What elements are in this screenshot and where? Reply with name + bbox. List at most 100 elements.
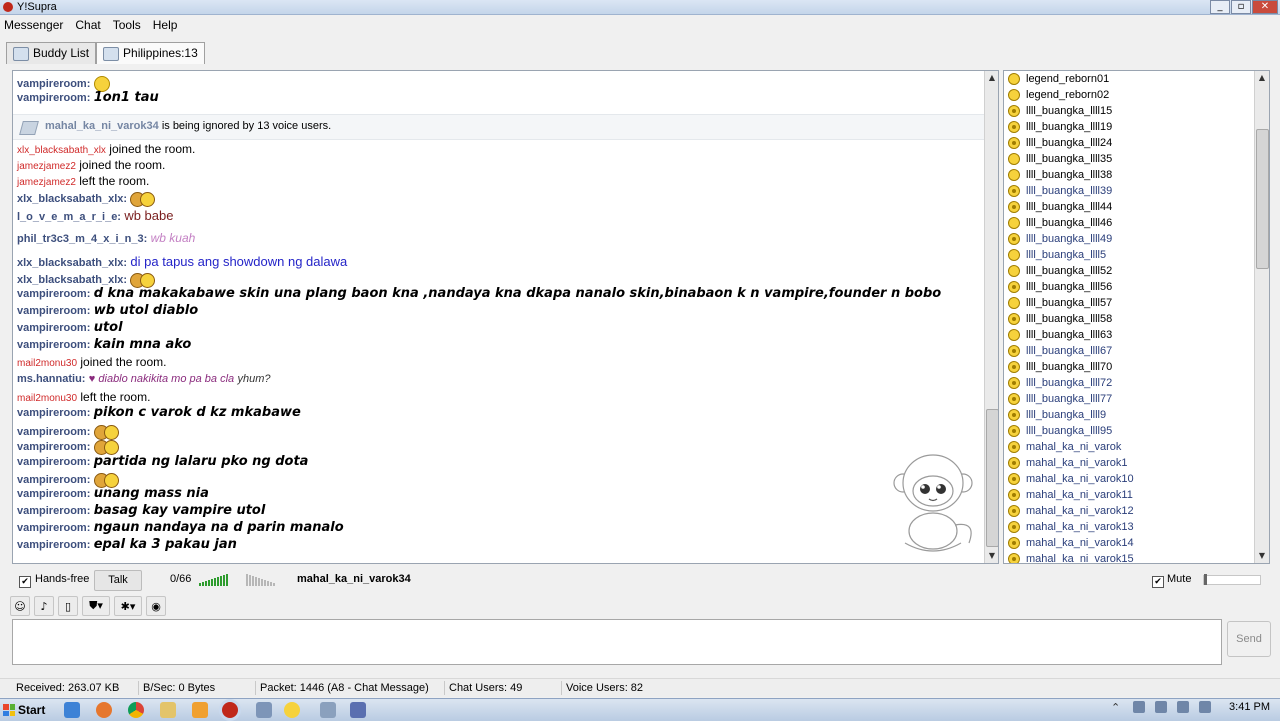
user-list-item[interactable]: llll_buangka_llll70 <box>1008 359 1112 375</box>
microphone-icon[interactable]: ◉ <box>146 596 166 616</box>
folder-icon[interactable] <box>160 702 176 718</box>
sender-name[interactable]: xlx_blacksabath_xlx: <box>17 257 127 269</box>
menu-chat[interactable]: Chat <box>75 15 100 35</box>
media-player-icon[interactable] <box>192 702 208 718</box>
scroll-up-arrow-icon[interactable]: ▲ <box>985 71 998 85</box>
sender-name[interactable]: vampireroom: <box>17 322 90 334</box>
user-list-item[interactable]: mahal_ka_ni_varok <box>1008 439 1121 455</box>
chat-scrollbar[interactable]: ▲ ▼ <box>984 71 998 563</box>
sender-name[interactable]: phil_tr3c3_m_4_x_i_n_3: <box>17 233 147 245</box>
user-list-item[interactable]: mahal_ka_ni_varok14 <box>1008 535 1134 551</box>
send-button[interactable]: Send <box>1227 621 1271 657</box>
emoticon-icon[interactable]: ☺ <box>10 596 30 616</box>
volume-icon[interactable] <box>1177 701 1190 713</box>
user-list-item[interactable]: llll_buangka_llll77 <box>1008 391 1112 407</box>
window-icon[interactable] <box>256 702 272 718</box>
sender-name[interactable]: vampireroom: <box>17 488 90 500</box>
user-list-item[interactable]: legend_reborn02 <box>1008 87 1109 103</box>
scroll-up-arrow-icon[interactable]: ▲ <box>1255 71 1269 85</box>
sender-name[interactable]: l_o_v_e_m_a_r_i_e: <box>17 211 121 223</box>
scroll-thumb[interactable] <box>986 409 998 547</box>
room-user-list[interactable]: legend_reborn01 legend_reborn02 llll_buang… <box>1003 70 1270 564</box>
user-list-item[interactable]: llll_buangka_llll19 <box>1008 119 1112 135</box>
sender-name[interactable]: xlx_blacksabath_xlx: <box>17 193 127 205</box>
tab-buddy-list[interactable]: Buddy List <box>6 42 97 64</box>
start-button[interactable]: Start <box>0 700 49 720</box>
talk-button[interactable]: Talk <box>94 570 142 591</box>
user-list-item[interactable]: llll_buangka_llll46 <box>1008 215 1112 231</box>
sender-name[interactable]: mail2monu30 <box>17 393 77 404</box>
user-list-item[interactable]: mahal_ka_ni_varok13 <box>1008 519 1134 535</box>
tab-room[interactable]: Philippines:13 <box>96 42 205 64</box>
scroll-down-arrow-icon[interactable]: ▼ <box>985 549 998 563</box>
message-input[interactable] <box>12 619 1222 665</box>
tray-icon[interactable] <box>1133 701 1146 713</box>
user-list-item[interactable]: llll_buangka_llll9 <box>1008 407 1106 423</box>
ie-icon[interactable] <box>64 702 80 718</box>
user-list-item[interactable]: mahal_ka_ni_varok15 <box>1008 551 1134 563</box>
sender-name[interactable]: vampireroom: <box>17 539 90 551</box>
user-list-item[interactable]: mahal_ka_ni_varok10 <box>1008 471 1134 487</box>
menu-messenger[interactable]: Messenger <box>4 15 63 35</box>
user-list-item[interactable]: llll_buangka_llll56 <box>1008 279 1112 295</box>
user-list-item[interactable]: llll_buangka_llll44 <box>1008 199 1112 215</box>
handsfree-checkbox[interactable]: ✔ <box>19 573 31 588</box>
user-list-item[interactable]: legend_reborn01 <box>1008 71 1109 87</box>
user-list-item[interactable]: llll_buangka_llll39 <box>1008 183 1112 199</box>
close-button[interactable]: ✕ <box>1252 0 1278 14</box>
user-list-item[interactable]: mahal_ka_ni_varok1 <box>1008 455 1128 471</box>
ysupra-taskbar-icon[interactable] <box>222 702 238 718</box>
document-icon[interactable]: ▯ <box>58 596 78 616</box>
sender-name[interactable]: vampireroom: <box>17 426 90 438</box>
menu-tools[interactable]: Tools <box>113 15 141 35</box>
minimize-button[interactable]: _ <box>1210 0 1230 14</box>
chrome-icon[interactable] <box>128 702 144 718</box>
user-list-item[interactable]: llll_buangka_llll72 <box>1008 375 1112 391</box>
user-list-item[interactable]: llll_buangka_llll24 <box>1008 135 1112 151</box>
user-list-item[interactable]: llll_buangka_llll58 <box>1008 311 1112 327</box>
user-list-item[interactable]: llll_buangka_llll49 <box>1008 231 1112 247</box>
sender-name[interactable]: vampireroom: <box>17 505 90 517</box>
settings-dropdown-icon[interactable]: ✱▾ <box>114 596 142 616</box>
ignored-user[interactable]: mahal_ka_ni_varok34 <box>45 120 159 132</box>
menu-help[interactable]: Help <box>153 15 178 35</box>
user-list-item[interactable]: llll_buangka_llll67 <box>1008 343 1112 359</box>
scroll-down-arrow-icon[interactable]: ▼ <box>1255 549 1269 563</box>
user-list-item[interactable]: mahal_ka_ni_varok11 <box>1008 487 1133 503</box>
messenger-icon[interactable] <box>284 702 300 718</box>
user-list-item[interactable]: llll_buangka_llll52 <box>1008 263 1112 279</box>
sender-name[interactable]: vampireroom: <box>17 339 90 351</box>
scroll-thumb[interactable] <box>1256 129 1269 269</box>
app-icon[interactable] <box>350 702 366 718</box>
sender-name[interactable]: vampireroom: <box>17 441 90 453</box>
audibles-icon[interactable]: ♪ <box>34 596 54 616</box>
sender-name[interactable]: mail2monu30 <box>17 358 77 369</box>
tray-icon[interactable] <box>1199 701 1212 713</box>
shield-dropdown-icon[interactable]: ⛊▾ <box>82 596 110 616</box>
sender-name[interactable]: vampireroom: <box>17 288 90 300</box>
volume-thumb[interactable] <box>1204 574 1207 585</box>
sender-name[interactable]: xlx_blacksabath_xlx <box>17 145 106 156</box>
sender-name[interactable]: vampireroom: <box>17 92 90 104</box>
user-list-item[interactable]: mahal_ka_ni_varok12 <box>1008 503 1134 519</box>
maximize-button[interactable]: ▫ <box>1231 0 1251 14</box>
volume-slider[interactable] <box>1203 574 1261 585</box>
firefox-icon[interactable] <box>96 702 112 718</box>
user-list-item[interactable]: llll_buangka_llll95 <box>1008 423 1112 439</box>
clock[interactable]: 3:41 PM <box>1229 701 1270 713</box>
user-list-item[interactable]: llll_buangka_llll57 <box>1008 295 1112 311</box>
chat-log[interactable]: vampireroom: vampireroom: 1on1 tau xlx_bl… <box>12 70 999 564</box>
user-list-item[interactable]: llll_buangka_llll15 <box>1008 103 1112 119</box>
tray-arrow-icon[interactable]: ⌃ <box>1111 701 1123 714</box>
mute-checkbox[interactable]: ✔ <box>1152 573 1164 588</box>
user-list-item[interactable]: llll_buangka_llll35 <box>1008 151 1112 167</box>
sender-name[interactable]: jamezjamez2 <box>17 161 76 172</box>
sender-name[interactable]: jamezjamez2 <box>17 177 76 188</box>
sender-name[interactable]: ms.hannatiu: <box>17 373 85 385</box>
user-list-item[interactable]: llll_buangka_llll5 <box>1008 247 1106 263</box>
user-list-item[interactable]: llll_buangka_llll63 <box>1008 327 1112 343</box>
sender-name[interactable]: vampireroom: <box>17 407 90 419</box>
network-icon[interactable] <box>1155 701 1168 713</box>
sender-name[interactable]: vampireroom: <box>17 456 90 468</box>
user-list-scrollbar[interactable]: ▲ ▼ <box>1254 71 1269 563</box>
